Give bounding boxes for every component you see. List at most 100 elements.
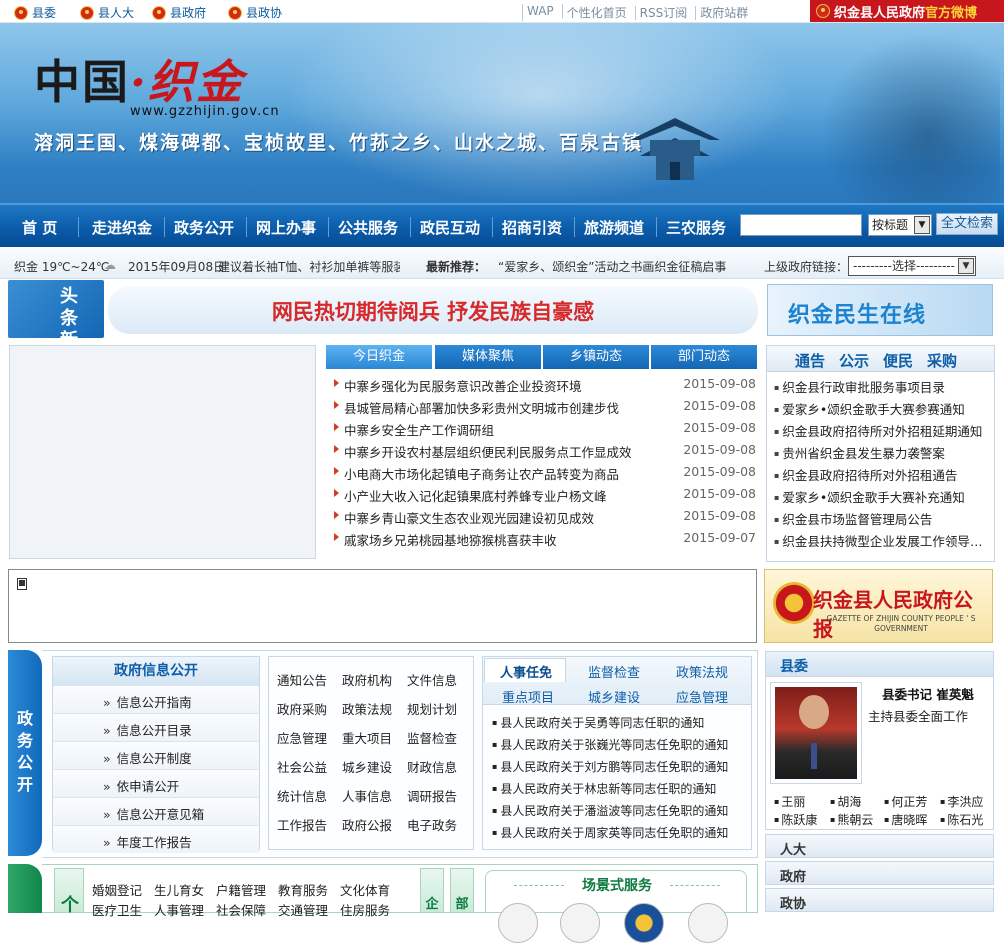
tab-supervision[interactable]: 监督检查 bbox=[588, 662, 640, 681]
top-link-wap[interactable]: WAP bbox=[523, 4, 563, 21]
disclosure-item[interactable]: 信息公开指南 bbox=[53, 685, 259, 713]
nav-tourism[interactable]: 旅游频道 bbox=[584, 217, 644, 238]
notice-item[interactable]: 爱家乡•颂织金歌手大赛补充通知 bbox=[774, 485, 990, 507]
gov-link[interactable]: 政府公报 bbox=[342, 815, 392, 834]
personal-service-link[interactable]: 婚姻登记 bbox=[92, 880, 142, 899]
personal-service-link[interactable]: 医疗卫生 bbox=[92, 900, 142, 919]
disclosure-item[interactable]: 依申请公开 bbox=[53, 769, 259, 797]
committee-member[interactable]: 李洪应 bbox=[940, 793, 983, 810]
scenario-icon[interactable] bbox=[498, 903, 538, 943]
superior-gov-select[interactable]: ---------选择--------- ▼ bbox=[848, 256, 976, 276]
secretary-photo[interactable] bbox=[770, 682, 862, 784]
top-link-site-group[interactable]: 政府站群 bbox=[696, 4, 756, 21]
headline-title[interactable]: 网民热切期待阅兵 抒发民族自豪感 bbox=[108, 296, 758, 326]
notice-item[interactable]: 织金县政府招待所对外招租通告 bbox=[774, 463, 990, 485]
minsheng-online-banner[interactable]: 织金民生在线 bbox=[767, 284, 993, 336]
gov-link[interactable]: 重大项目 bbox=[342, 728, 392, 747]
search-type-select[interactable]: 按标题 ▼ bbox=[868, 214, 932, 236]
personal-service-link[interactable]: 教育服务 bbox=[278, 880, 328, 899]
committee-member[interactable]: 何正芳 bbox=[884, 793, 927, 810]
secretary-name[interactable]: 县委书记 崔英魁 bbox=[882, 684, 974, 703]
personal-service-link[interactable]: 社会保障 bbox=[216, 900, 266, 919]
section-bar-congress[interactable]: 人大 bbox=[765, 834, 994, 858]
nav-investment[interactable]: 招商引资 bbox=[502, 217, 562, 238]
committee-member[interactable]: 陈石光 bbox=[940, 811, 983, 828]
personnel-item[interactable]: 县人民政府关于张巍光等同志任免职的通知 bbox=[492, 734, 744, 756]
disclosure-item[interactable]: 信息公开意见箱 bbox=[53, 797, 259, 825]
gov-link[interactable]: 人事信息 bbox=[342, 786, 392, 805]
gov-link[interactable]: 应急管理 bbox=[277, 728, 327, 747]
tab-urban-construction[interactable]: 城乡建设 bbox=[588, 687, 640, 706]
gov-link[interactable]: 监督检查 bbox=[407, 728, 457, 747]
department-services-tab[interactable]: 部 bbox=[450, 868, 474, 913]
notice-item[interactable]: 贵州省织金县发生暴力袭警案 bbox=[774, 441, 990, 463]
tab-publicity[interactable]: 公示 bbox=[839, 350, 869, 371]
tab-town-news[interactable]: 乡镇动态 bbox=[543, 345, 649, 369]
tab-procurement[interactable]: 采购 bbox=[927, 350, 957, 371]
top-link-rss[interactable]: RSS订阅 bbox=[635, 4, 697, 21]
gov-link[interactable]: 文件信息 bbox=[407, 670, 457, 689]
gov-link[interactable]: 政府机构 bbox=[342, 670, 392, 689]
official-weibo-link[interactable]: 织金县人民政府 官方微博 bbox=[810, 0, 1004, 22]
nav-public-services[interactable]: 公共服务 bbox=[338, 217, 398, 238]
nav-online-services[interactable]: 网上办事 bbox=[256, 217, 316, 238]
section-bar-government[interactable]: 政府 bbox=[765, 861, 994, 885]
tab-key-projects[interactable]: 重点项目 bbox=[502, 687, 554, 706]
tab-notice[interactable]: 通告 bbox=[795, 350, 825, 371]
gov-link[interactable]: 社会公益 bbox=[277, 757, 327, 776]
personal-service-link[interactable]: 人事管理 bbox=[154, 900, 204, 919]
personnel-item[interactable]: 县人民政府关于刘方鹏等同志任免职的通知 bbox=[492, 756, 744, 778]
notice-item[interactable]: 织金县扶持微型企业发展工作领导小组 bbox=[774, 529, 990, 551]
gov-link[interactable]: 通知公告 bbox=[277, 670, 327, 689]
gov-gazette-banner[interactable]: 织金县人民政府公报 GAZETTE OF ZHIJIN COUNTY PEOPL… bbox=[764, 569, 993, 643]
personnel-item[interactable]: 县人民政府关于吴勇等同志任职的通知 bbox=[492, 712, 744, 734]
nav-gov-affairs[interactable]: 政务公开 bbox=[174, 217, 234, 238]
gov-link[interactable]: 工作报告 bbox=[277, 815, 327, 834]
search-input[interactable] bbox=[740, 214, 862, 236]
gov-link[interactable]: 调研报告 bbox=[407, 786, 457, 805]
enterprise-services-tab[interactable]: 企 bbox=[420, 868, 444, 913]
tab-convenience[interactable]: 便民 bbox=[883, 350, 913, 371]
personnel-item[interactable]: 县人民政府关于林忠新等同志任职的通知 bbox=[492, 778, 744, 800]
photo-news-slot[interactable] bbox=[9, 345, 316, 559]
gov-link[interactable]: 统计信息 bbox=[277, 786, 327, 805]
nav-about[interactable]: 走进织金 bbox=[92, 217, 152, 238]
disclosure-item[interactable]: 信息公开制度 bbox=[53, 741, 259, 769]
section-bar-cppcc[interactable]: 政协 bbox=[765, 888, 994, 912]
county-committee-header[interactable]: 县委 bbox=[765, 651, 994, 677]
org-link-party[interactable]: 县委 bbox=[14, 4, 56, 21]
fulltext-search-button[interactable]: 全文检索 bbox=[936, 213, 998, 235]
scenario-icon[interactable] bbox=[560, 903, 600, 943]
gov-link[interactable]: 规划计划 bbox=[407, 699, 457, 718]
personal-service-link[interactable]: 文化体育 bbox=[340, 880, 390, 899]
tab-media-focus[interactable]: 媒体聚焦 bbox=[435, 345, 541, 369]
disclosure-item[interactable]: 信息公开目录 bbox=[53, 713, 259, 741]
news-item[interactable]: 戚家场乡兄弟桃园基地猕猴桃喜获丰收 2015-09-07 bbox=[330, 528, 758, 550]
personal-service-link[interactable]: 户籍管理 bbox=[216, 880, 266, 899]
news-item[interactable]: 中寨乡安全生产工作调研组 2015-09-08 bbox=[330, 418, 758, 440]
committee-member[interactable]: 唐晓晖 bbox=[884, 811, 927, 828]
top-link-personal-home[interactable]: 个性化首页 bbox=[562, 4, 636, 21]
org-link-congress[interactable]: 县人大 bbox=[80, 4, 134, 21]
committee-member[interactable]: 陈跃康 bbox=[774, 811, 817, 828]
gov-link[interactable]: 财政信息 bbox=[407, 757, 457, 776]
notice-item[interactable]: 织金县市场监督管理局公告 bbox=[774, 507, 990, 529]
scenario-icon[interactable] bbox=[624, 903, 664, 943]
tab-appointments[interactable]: 人事任免 bbox=[500, 662, 552, 681]
news-item[interactable]: 中寨乡青山豪文生态农业观光园建设初见成效 2015-09-08 bbox=[330, 506, 758, 528]
gov-link[interactable]: 政府采购 bbox=[277, 699, 327, 718]
personnel-item[interactable]: 县人民政府关于周家英等同志任免职的通知 bbox=[492, 822, 744, 844]
committee-member[interactable]: 胡海 bbox=[830, 793, 861, 810]
gov-link[interactable]: 政策法规 bbox=[342, 699, 392, 718]
nav-home[interactable]: 首 页 bbox=[22, 217, 57, 238]
personal-service-link[interactable]: 生儿育女 bbox=[154, 880, 204, 899]
gov-link[interactable]: 电子政务 bbox=[407, 815, 457, 834]
personnel-item[interactable]: 县人民政府关于潘溢波等同志任免职的通知 bbox=[492, 800, 744, 822]
notice-item[interactable]: 织金县政府招待所对外招租延期通知 bbox=[774, 419, 990, 441]
site-logo[interactable]: 中国·织金 bbox=[34, 46, 244, 112]
personal-service-link[interactable]: 交通管理 bbox=[278, 900, 328, 919]
org-link-cppcc[interactable]: 县政协 bbox=[228, 4, 282, 21]
personal-service-link[interactable]: 住房服务 bbox=[340, 900, 390, 919]
tab-today-zhijin[interactable]: 今日织金 bbox=[326, 345, 432, 369]
tab-department-news[interactable]: 部门动态 bbox=[651, 345, 757, 369]
